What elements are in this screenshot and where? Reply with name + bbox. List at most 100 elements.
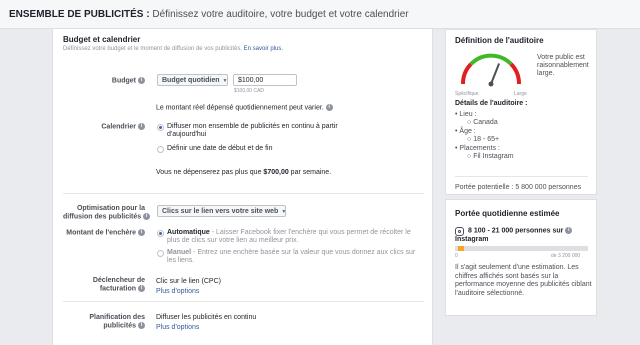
schedule-continuous-radio[interactable]: [157, 124, 164, 131]
schedule-dates-label[interactable]: Définir une date de début et de fin: [167, 145, 272, 152]
placements-item: • Placements :: [455, 144, 500, 152]
budget-type-value: Budget quotidien: [162, 77, 220, 84]
bid-automatic-title: Automatique: [167, 229, 210, 236]
info-icon[interactable]: i: [138, 285, 145, 292]
chevron-down-icon: ▼: [222, 78, 228, 84]
gauge-red-arc-right: [509, 62, 522, 85]
ad-scheduling-more-options-link[interactable]: Plus d'options: [156, 323, 256, 333]
budget-label-text: Budget: [111, 77, 136, 85]
page-title: ENSEMBLE DE PUBLICITÉS : Définissez votr…: [9, 9, 409, 20]
gauge-right-label: Large: [514, 91, 527, 97]
daily-reach-platform: Instagram: [455, 236, 489, 243]
bid-manual-desc1: - Entrez une enchère basée sur la valeur…: [191, 249, 416, 256]
daily-reach-note-line2: chiffres affichés sont basés sur la: [455, 272, 559, 280]
gauge-red-arc: [460, 62, 473, 85]
audience-status-line3: large.: [537, 70, 555, 77]
learn-more-link[interactable]: En savoir plus.: [244, 46, 283, 52]
bid-manual-title: Manuel: [167, 249, 192, 256]
bid-automatic-desc1: - Laisser Facebook fixer l'enchère qui v…: [209, 229, 411, 236]
audience-details-title: Détails de l'auditoire :: [455, 100, 528, 107]
divider: [455, 176, 588, 177]
ad-scheduling-label-line1: Planification des: [89, 314, 145, 321]
gauge-needle: [490, 63, 501, 85]
potential-reach: Portée potentielle : 5 800 000 personnes: [455, 184, 582, 191]
weekly-note-post: par semaine.: [288, 169, 332, 176]
audience-title: Définition de l'auditoire: [455, 36, 544, 45]
chevron-down-icon: ▼: [281, 209, 287, 215]
info-icon[interactable]: i: [138, 229, 145, 236]
age-label: Âge :: [459, 127, 476, 135]
daily-reach-bar-min: 0: [455, 253, 458, 259]
audience-status-line2: raisonnablement: [537, 62, 589, 69]
location-value: Canada: [473, 119, 498, 127]
actual-spend-text: Le montant réel dépensé quotidiennement …: [156, 104, 324, 112]
divider: [63, 301, 424, 302]
billing-more-options-link[interactable]: Plus d'options: [156, 287, 221, 297]
billing-value: Clic sur le lien (CPC) Plus d'options: [156, 277, 221, 297]
location-item: • Lieu :: [455, 111, 477, 118]
info-icon[interactable]: i: [325, 104, 333, 111]
weekly-amount: $700,00: [263, 169, 289, 176]
budget-currency-note: $100,00 CAD: [234, 88, 265, 94]
audience-status-line1: Votre public est: [537, 54, 585, 61]
ad-scheduling-value-text: Diffuser les publicités en continu: [156, 314, 257, 321]
budget-section-subtitle: Définissez votre budget et le moment de …: [63, 46, 283, 52]
ad-scheduling-label-line2: publicités: [103, 322, 136, 330]
daily-reach-note: Il s'agit seulement d'une estimation. Le…: [455, 264, 592, 298]
daily-reach-card: Portée quotidienne estimée 8 100 - 21 00…: [445, 199, 597, 316]
audience-gauge-icon: [460, 53, 522, 87]
schedule-continuous-label[interactable]: Diffuser mon ensemble de publicités en c…: [167, 123, 338, 139]
bid-automatic-label[interactable]: Automatique - Laisser Facebook fixer l'e…: [167, 229, 411, 245]
schedule-dates-radio[interactable]: [157, 146, 164, 153]
age-value: 18 - 65+: [473, 136, 500, 144]
bid-manual-label[interactable]: Manuel - Entrez une enchère basée sur la…: [167, 249, 415, 265]
page-title-rest: Définissez votre auditoire, votre budget…: [149, 9, 409, 20]
budget-panel: Budget et calendrier Définissez votre bu…: [52, 29, 433, 345]
actual-spend-note: Le montant réel dépensé quotidiennement …: [156, 104, 333, 111]
info-icon[interactable]: i: [138, 77, 145, 84]
placements-label: Placements :: [459, 144, 500, 152]
age-value-item: ○ 18 - 65+: [467, 136, 500, 144]
page-title-bold: ENSEMBLE DE PUBLICITÉS :: [9, 9, 150, 20]
bid-automatic-desc2: plus de clics sur votre lien au meilleur…: [167, 237, 299, 244]
budget-amount-input[interactable]: $100,00: [233, 74, 297, 86]
budget-label: Budget i: [63, 77, 145, 84]
budget-section-title: Budget et calendrier: [63, 35, 141, 44]
audience-status: Votre public est raisonnablement large.: [537, 54, 589, 78]
optimization-label-line2: diffusion des publicités: [63, 213, 142, 221]
location-label: Lieu :: [459, 111, 477, 118]
optimization-label-line1: Optimisation pour la: [76, 205, 145, 212]
bid-manual-radio[interactable]: [157, 250, 164, 257]
right-rail: Définition de l'auditoire Spécifique Lar…: [445, 29, 597, 345]
age-item: • Âge :: [455, 127, 476, 135]
bid-label: Montant de l'enchère i: [63, 229, 145, 236]
daily-reach-range-line1: 8 100 - 21 000 personnes sur: [468, 227, 564, 235]
budget-type-dropdown[interactable]: Budget quotidien ▼: [157, 74, 228, 86]
daily-reach-note-line3: performance moyenne des publicités cibla…: [455, 281, 592, 289]
daily-reach-bar-fill: [458, 246, 464, 251]
ad-scheduling-value: Diffuser les publicités en continu Plus …: [156, 313, 256, 333]
info-icon[interactable]: i: [138, 123, 145, 130]
instagram-icon: [455, 227, 464, 236]
info-icon[interactable]: i: [143, 213, 151, 220]
optimization-dropdown[interactable]: Clics sur le lien vers votre site web ▼: [157, 205, 286, 217]
daily-reach-bar-max: de 3 200 000: [551, 253, 581, 259]
daily-reach-title: Portée quotidienne estimée: [455, 209, 560, 218]
placements-value-item: ○ Fil Instagram: [467, 153, 514, 161]
schedule-label-text: Calendrier: [101, 123, 136, 131]
info-icon[interactable]: i: [565, 227, 573, 234]
bid-label-text: Montant de l'enchère: [66, 229, 136, 237]
billing-label-line1: Déclencheur de: [92, 277, 145, 284]
optimization-label: Optimisation pour la diffusion des publi…: [63, 205, 151, 221]
ad-scheduling-label: Planification des publicités i: [63, 314, 145, 330]
gauge-green-arc: [469, 53, 513, 66]
schedule-option1-line2: d'aujourd'hui: [167, 131, 207, 138]
bid-automatic-radio[interactable]: [157, 230, 164, 237]
info-icon[interactable]: i: [138, 322, 145, 329]
budget-subtitle-text: Définissez votre budget et le moment de …: [63, 46, 242, 52]
divider: [63, 193, 424, 194]
gauge-hub: [488, 81, 494, 87]
billing-label-line2: facturation: [99, 285, 136, 293]
daily-reach-range: 8 100 - 21 000 personnes sur i: [468, 227, 573, 235]
bid-manual-desc2: les liens.: [167, 257, 195, 264]
